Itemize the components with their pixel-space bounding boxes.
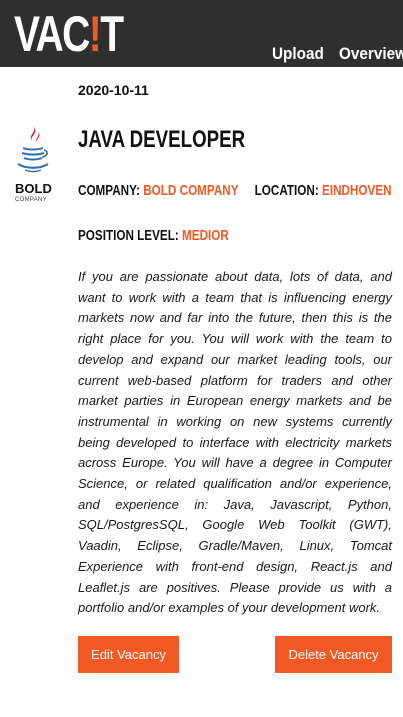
job-title: Java Developer [78,126,246,153]
company-value: Bold Company [143,182,239,199]
logo-text-main: VAC [14,6,90,62]
nav-overview-link[interactable]: Overview [339,44,403,64]
company-label: Company: [78,182,140,199]
location-info: Location: Eindhoven [255,182,392,200]
java-icon [17,126,49,173]
company-info: Company: Bold Company [78,182,239,200]
logo-exclamation: ! [88,6,102,62]
top-navigation-bar: VAC!T Upload Overview [0,0,403,67]
company-logo: BOLD COMPANY [13,124,53,208]
company-logo-name: BOLD [15,181,52,196]
logo-text-tail: T [100,6,124,62]
delete-vacancy-button[interactable]: Delete Vacancy [275,636,392,673]
company-logo-subtitle: COMPANY [15,197,47,203]
vacancy-description: If you are passionate about data, lots o… [78,269,392,616]
position-level-info: Position level: Medior [78,227,229,245]
location-value: Eindhoven [322,182,392,199]
vacancy-date: 2020-10-11 [78,82,149,98]
position-level-label: Position level: [78,227,179,244]
nav-upload-link[interactable]: Upload [272,44,324,64]
position-level-value: Medior [182,227,229,244]
vacit-logo[interactable]: VAC!T [14,4,124,64]
edit-vacancy-button[interactable]: Edit Vacancy [78,636,179,673]
location-label: Location: [255,182,320,199]
